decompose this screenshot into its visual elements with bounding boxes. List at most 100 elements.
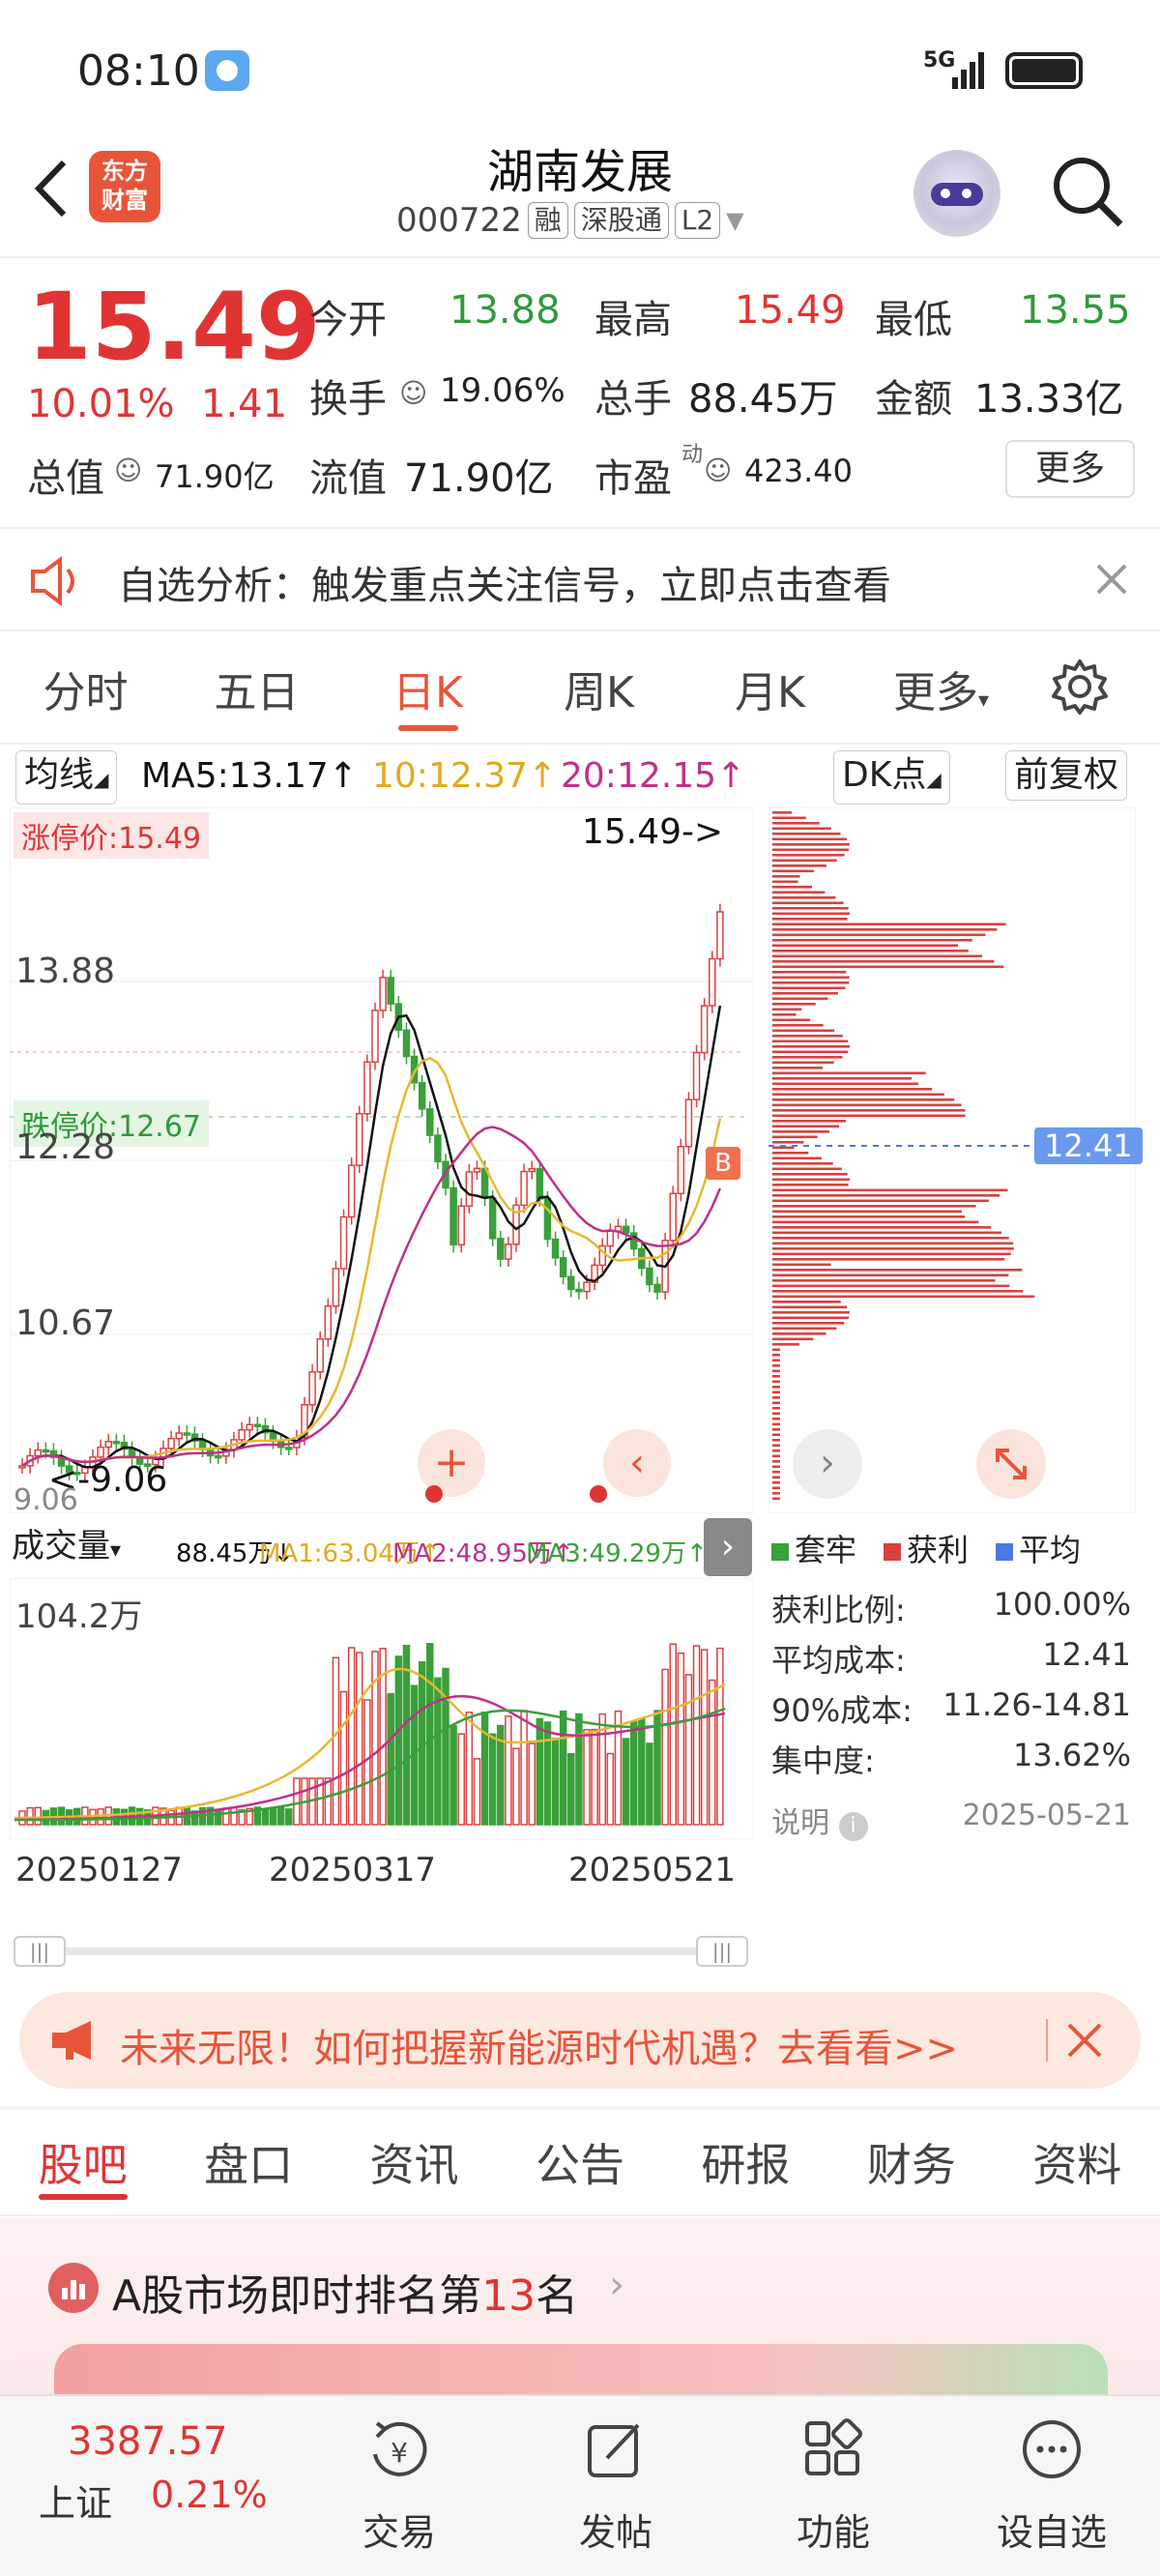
robot-avatar-icon[interactable] (914, 150, 1000, 237)
volume-indicator-select[interactable]: 成交量▾ (12, 1522, 121, 1575)
chip-bar (772, 869, 814, 873)
volume-bar (230, 1806, 238, 1826)
chip-bar (772, 1439, 780, 1442)
chip-bar (772, 1263, 831, 1267)
candle-body (692, 1051, 701, 1100)
pe-superscript: 动 (682, 443, 704, 467)
nav-add-watchlist[interactable]: 设自选 (984, 2415, 1119, 2556)
tab-research[interactable]: 研报 (701, 2130, 790, 2194)
dk-point-select[interactable]: DK点◢ (833, 750, 950, 805)
chip-bar (772, 901, 844, 905)
volume-bar (536, 1717, 544, 1826)
tab-more[interactable]: 更多▾ (856, 658, 1027, 719)
promo-close-icon[interactable] (1065, 2021, 1104, 2060)
expand-icon[interactable] (976, 1429, 1046, 1499)
candle-body (622, 1225, 630, 1234)
close-icon[interactable] (1092, 560, 1131, 599)
volume-bar (700, 1649, 709, 1826)
low-value: 13.55 (1020, 288, 1131, 333)
chip-bar (772, 859, 837, 863)
chip-bar (772, 1093, 944, 1097)
tab-weekly-k[interactable]: 周K (513, 658, 684, 719)
connect-tag: 深股通 (573, 202, 669, 239)
collapse-panel-button[interactable]: › (704, 1518, 752, 1576)
candle-body (418, 1081, 426, 1110)
note-date: 2025-05-21 (962, 1799, 1131, 1832)
tab-intraday[interactable]: 分时 (0, 658, 171, 719)
candle-body (543, 1198, 552, 1241)
tab-monthly-k[interactable]: 月K (684, 658, 856, 719)
candle-body (465, 1171, 474, 1207)
chip-bar (772, 816, 806, 820)
tab-finance[interactable]: 财务 (867, 2130, 956, 2194)
stat-label: 集中度: (771, 1742, 875, 1779)
candle-body (347, 1164, 356, 1218)
settings-gear-icon[interactable] (1027, 658, 1133, 719)
tab-guba[interactable]: 股吧 (38, 2130, 128, 2200)
scroll-handle-left[interactable]: ||| (14, 1936, 66, 1967)
volume-bar (473, 1758, 481, 1826)
chip-next-button[interactable]: › (793, 1429, 862, 1499)
promo-banner[interactable]: 未来无限！如何把握新能源时代机遇？去看看>> (19, 1992, 1141, 2089)
chip-bar (772, 918, 848, 921)
ma5-value: MA5:13.17↑ (141, 756, 358, 796)
candle-body (308, 1371, 316, 1406)
turnover-info-icon[interactable]: ☺ (399, 377, 427, 409)
volume-bar (583, 1729, 591, 1826)
chip-bar (772, 1492, 780, 1495)
tab-profile[interactable]: 资料 (1032, 2130, 1121, 2194)
analysis-banner[interactable]: 自选分析：触发重点关注信号，立即点击查看 (0, 527, 1160, 631)
nav-post[interactable]: 发帖 (548, 2415, 683, 2556)
volume-bar (716, 1647, 724, 1826)
nav-add-watchlist-label: 设自选 (996, 2511, 1107, 2554)
ranking-text: A股市场即时排名第13名 (112, 2261, 578, 2323)
kline-chart[interactable] (10, 807, 754, 1513)
volume-bar (591, 1728, 598, 1826)
pe-info-icon[interactable]: ☺ (704, 454, 732, 486)
candle-body (497, 1238, 505, 1260)
indicator-select[interactable]: 均线◢ (15, 750, 118, 805)
tab-announcement[interactable]: 公告 (536, 2130, 624, 2194)
nav-trade[interactable]: ¥ 交易 (332, 2415, 467, 2556)
high-label: 最高 (594, 298, 672, 342)
tab-news[interactable]: 资讯 (370, 2130, 459, 2194)
tab-five-day[interactable]: 五日 (171, 658, 342, 719)
index-widget[interactable]: 3387.57 上证 0.21% (39, 2419, 309, 2527)
stock-subtitle[interactable]: 000722 融 深股通 L2 ▼ (396, 201, 744, 240)
index-name: 上证 (39, 2482, 113, 2525)
chip-bar (772, 822, 820, 825)
indicator-label: 均线 (24, 755, 95, 795)
candle-body (653, 1283, 661, 1293)
candle-body (488, 1197, 497, 1240)
chip-bar (772, 1125, 840, 1128)
chip-bar (772, 1311, 850, 1314)
tab-panel[interactable]: 盘口 (204, 2130, 293, 2194)
tab-daily-k[interactable]: 日K (342, 658, 513, 731)
stat-label: 90%成本: (771, 1692, 913, 1729)
adjust-select[interactable]: 前复权 (1005, 750, 1128, 801)
chip-note[interactable]: 说明 i 2025-05-21 (771, 1799, 1131, 1841)
nav-functions[interactable]: 功能 (766, 2415, 901, 2556)
legend-trapped-label: 套牢 (795, 1532, 857, 1568)
chip-bar (772, 1184, 849, 1186)
prev-chevron-button[interactable]: ‹ (603, 1429, 671, 1497)
grid-icon (805, 2418, 862, 2475)
volume-bar (480, 1712, 489, 1826)
bottom-nav: 3387.57 上证 0.21% ¥ 交易 发帖 功能 设自选 (0, 2394, 1160, 2576)
volume-bar (356, 1652, 363, 1826)
volume-bar (426, 1643, 434, 1826)
ranking-section[interactable]: A股市场即时排名第13名 › (0, 2218, 1160, 2402)
signal-icon (952, 48, 991, 91)
more-button[interactable]: 更多 (1005, 440, 1135, 498)
volume-bar (26, 1806, 34, 1826)
chip-bar (772, 1401, 780, 1405)
chart-scrollbar[interactable]: ||| ||| (14, 1932, 748, 1971)
mktcap-info-icon[interactable]: ☺ (114, 454, 142, 486)
volume-bar (638, 1717, 646, 1826)
chip-bar (772, 1045, 850, 1048)
chip-bar (772, 1327, 837, 1331)
search-icon[interactable] (1049, 153, 1126, 230)
current-price: 15.49 (27, 273, 321, 381)
candle-body (646, 1267, 653, 1286)
scroll-handle-right[interactable]: ||| (696, 1936, 748, 1967)
